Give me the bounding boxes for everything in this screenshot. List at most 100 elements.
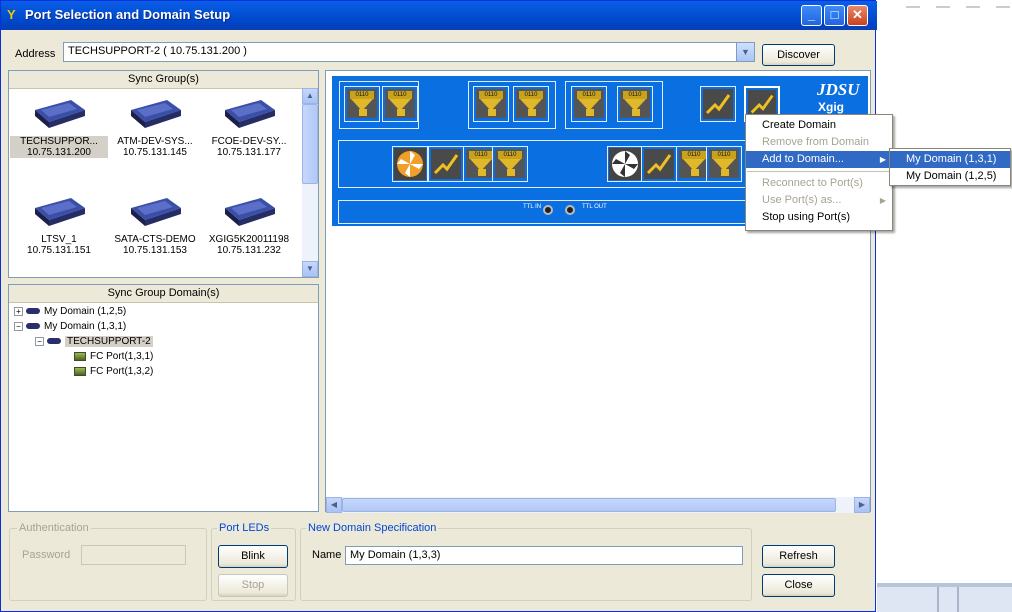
tree-node-domain[interactable]: − My Domain (1,3,1) <box>14 320 126 333</box>
desktop-top-strip <box>876 0 1012 8</box>
stop-button[interactable]: Stop <box>218 574 288 597</box>
device-name: TECHSUPPOR... <box>20 136 98 147</box>
switch-device-icon <box>131 100 181 128</box>
port-lightning-icon[interactable] <box>428 146 464 182</box>
ttl-in-label: TTL IN <box>523 204 542 210</box>
chassis-icon <box>47 338 61 345</box>
menu-item-add-to-domain[interactable]: Add to Domain... ▶ <box>746 151 892 168</box>
sync-device-tile[interactable]: FCOE-DEV-SY... 10.75.131.177 <box>200 96 298 158</box>
title-bar[interactable]: Y Port Selection and Domain Setup _ □ ✕ <box>1 1 877 30</box>
menu-item-label: Add to Domain... <box>762 153 844 165</box>
menu-item-stop-using-ports[interactable]: Stop using Port(s) <box>746 209 892 226</box>
port-funnel-icon[interactable]: 0110 <box>513 86 549 122</box>
tree-node-label: My Domain (1,2,5) <box>44 306 127 317</box>
sync-device-tile[interactable]: SATA-CTS-DEMO 10.75.131.153 <box>106 194 204 256</box>
tree-node-domain[interactable]: + My Domain (1,2,5) <box>14 305 126 318</box>
scroll-left-icon[interactable]: ◀ <box>326 497 342 513</box>
address-label: Address <box>15 48 56 60</box>
maximize-icon: □ <box>830 7 839 22</box>
new-domain-group-label: New Domain Specification <box>306 522 439 534</box>
port-lightning-icon[interactable] <box>641 146 677 182</box>
sync-groups-header: Sync Group(s) <box>9 71 318 89</box>
close-window-button[interactable]: ✕ <box>847 5 868 26</box>
refresh-button[interactable]: Refresh <box>762 545 835 568</box>
chassis-hscrollbar[interactable]: ◀ ▶ <box>326 497 870 513</box>
discover-button[interactable]: Discover <box>762 44 835 66</box>
password-field[interactable] <box>81 545 186 565</box>
minimize-button[interactable]: _ <box>801 5 822 26</box>
brand-logo: JDSU <box>817 80 860 99</box>
device-ip: 10.75.131.232 <box>217 245 281 256</box>
tree-node-label: My Domain (1,3,1) <box>44 321 127 332</box>
fan-icon <box>607 146 643 182</box>
fc-port-icon <box>74 351 86 361</box>
menu-item-create-domain[interactable]: Create Domain <box>746 117 892 134</box>
fc-port-icon <box>74 366 86 376</box>
scroll-down-icon[interactable]: ▼ <box>302 261 318 277</box>
expand-icon[interactable]: + <box>14 306 23 316</box>
name-label: Name <box>312 549 342 561</box>
desktop-taskbar-fragment <box>877 583 1012 612</box>
device-ip: 10.75.131.145 <box>123 147 187 158</box>
port-funnel-icon[interactable]: 0110 <box>473 86 509 122</box>
menu-item-use-ports-as[interactable]: Use Port(s) as... ▶ <box>746 192 892 209</box>
sync-device-tile[interactable]: XGIG5K20011198 10.75.131.232 <box>200 194 298 256</box>
sync-groups-scrollbar[interactable]: ▲ ▼ <box>302 88 318 277</box>
port-funnel-icon[interactable]: 0110 <box>382 86 418 122</box>
tree-node-port[interactable]: FC Port(1,3,2) <box>74 365 153 378</box>
submenu-item-domain[interactable]: My Domain (1,2,5) <box>890 168 1010 185</box>
domain-icon <box>26 308 40 315</box>
close-icon: ✕ <box>852 7 863 22</box>
menu-separator <box>747 171 891 172</box>
submenu-arrow-icon: ▶ <box>879 155 886 164</box>
window-title: Port Selection and Domain Setup <box>25 7 231 22</box>
minimize-icon: _ <box>807 7 816 22</box>
sync-device-tile[interactable]: ATM-DEV-SYS... 10.75.131.145 <box>106 96 204 158</box>
sync-device-tile[interactable]: LTSV_1 10.75.131.151 <box>10 194 108 256</box>
fan-icon <box>392 146 428 182</box>
password-label: Password <box>22 549 71 561</box>
scroll-up-icon[interactable]: ▲ <box>302 88 318 104</box>
domain-name-field[interactable]: My Domain (1,3,3) <box>345 546 743 565</box>
model-logo: Xgig <box>818 100 844 114</box>
chevron-down-icon[interactable]: ▼ <box>736 43 754 61</box>
collapse-icon[interactable]: − <box>14 321 23 331</box>
port-funnel-icon[interactable]: 0110 <box>344 86 380 122</box>
scroll-thumb[interactable] <box>342 498 836 512</box>
menu-item-remove-from-domain[interactable]: Remove from Domain <box>746 134 892 151</box>
tree-node-chassis[interactable]: − TECHSUPPORT-2 <box>35 335 153 348</box>
domain-icon <box>26 323 40 330</box>
add-to-domain-submenu: My Domain (1,3,1) My Domain (1,2,5) <box>889 148 1011 186</box>
device-ip: 10.75.131.200 <box>27 147 91 158</box>
address-combobox[interactable]: TECHSUPPORT-2 ( 10.75.131.200 ) <box>63 42 755 62</box>
tree-node-port[interactable]: FC Port(1,3,1) <box>74 350 153 363</box>
device-name: FCOE-DEV-SY... <box>211 136 287 147</box>
port-funnel-icon[interactable]: 0110 <box>617 86 653 122</box>
device-ip: 10.75.131.151 <box>27 245 91 256</box>
menu-item-reconnect-ports[interactable]: Reconnect to Port(s) <box>746 175 892 192</box>
tree-node-label: FC Port(1,3,2) <box>90 366 154 377</box>
sync-device-tile[interactable]: TECHSUPPOR... 10.75.131.200 <box>10 96 108 158</box>
context-menu: Create Domain Remove from Domain Add to … <box>745 114 893 231</box>
port-lightning-icon[interactable] <box>700 86 736 122</box>
close-button[interactable]: Close <box>762 574 835 597</box>
menu-item-label: Use Port(s) as... <box>762 194 842 206</box>
ttl-in-connector-icon <box>543 205 553 215</box>
collapse-icon[interactable]: − <box>35 336 44 346</box>
device-ip: 10.75.131.177 <box>217 147 281 158</box>
port-funnel-icon[interactable]: 0110 <box>706 146 742 182</box>
ttl-out-label: TTL OUT <box>582 204 607 210</box>
port-leds-group-label: Port LEDs <box>217 522 272 534</box>
authentication-group-label: Authentication <box>17 522 91 534</box>
switch-device-icon <box>225 198 275 226</box>
device-ip: 10.75.131.153 <box>123 245 187 256</box>
scroll-right-icon[interactable]: ▶ <box>854 497 870 513</box>
port-funnel-icon[interactable]: 0110 <box>492 146 528 182</box>
switch-device-icon <box>131 198 181 226</box>
scroll-thumb[interactable] <box>302 104 318 184</box>
submenu-item-domain[interactable]: My Domain (1,3,1) <box>890 151 1010 168</box>
maximize-button[interactable]: □ <box>824 5 845 26</box>
blink-button[interactable]: Blink <box>218 545 288 568</box>
submenu-arrow-icon: ▶ <box>879 196 886 205</box>
port-funnel-icon[interactable]: 0110 <box>571 86 607 122</box>
